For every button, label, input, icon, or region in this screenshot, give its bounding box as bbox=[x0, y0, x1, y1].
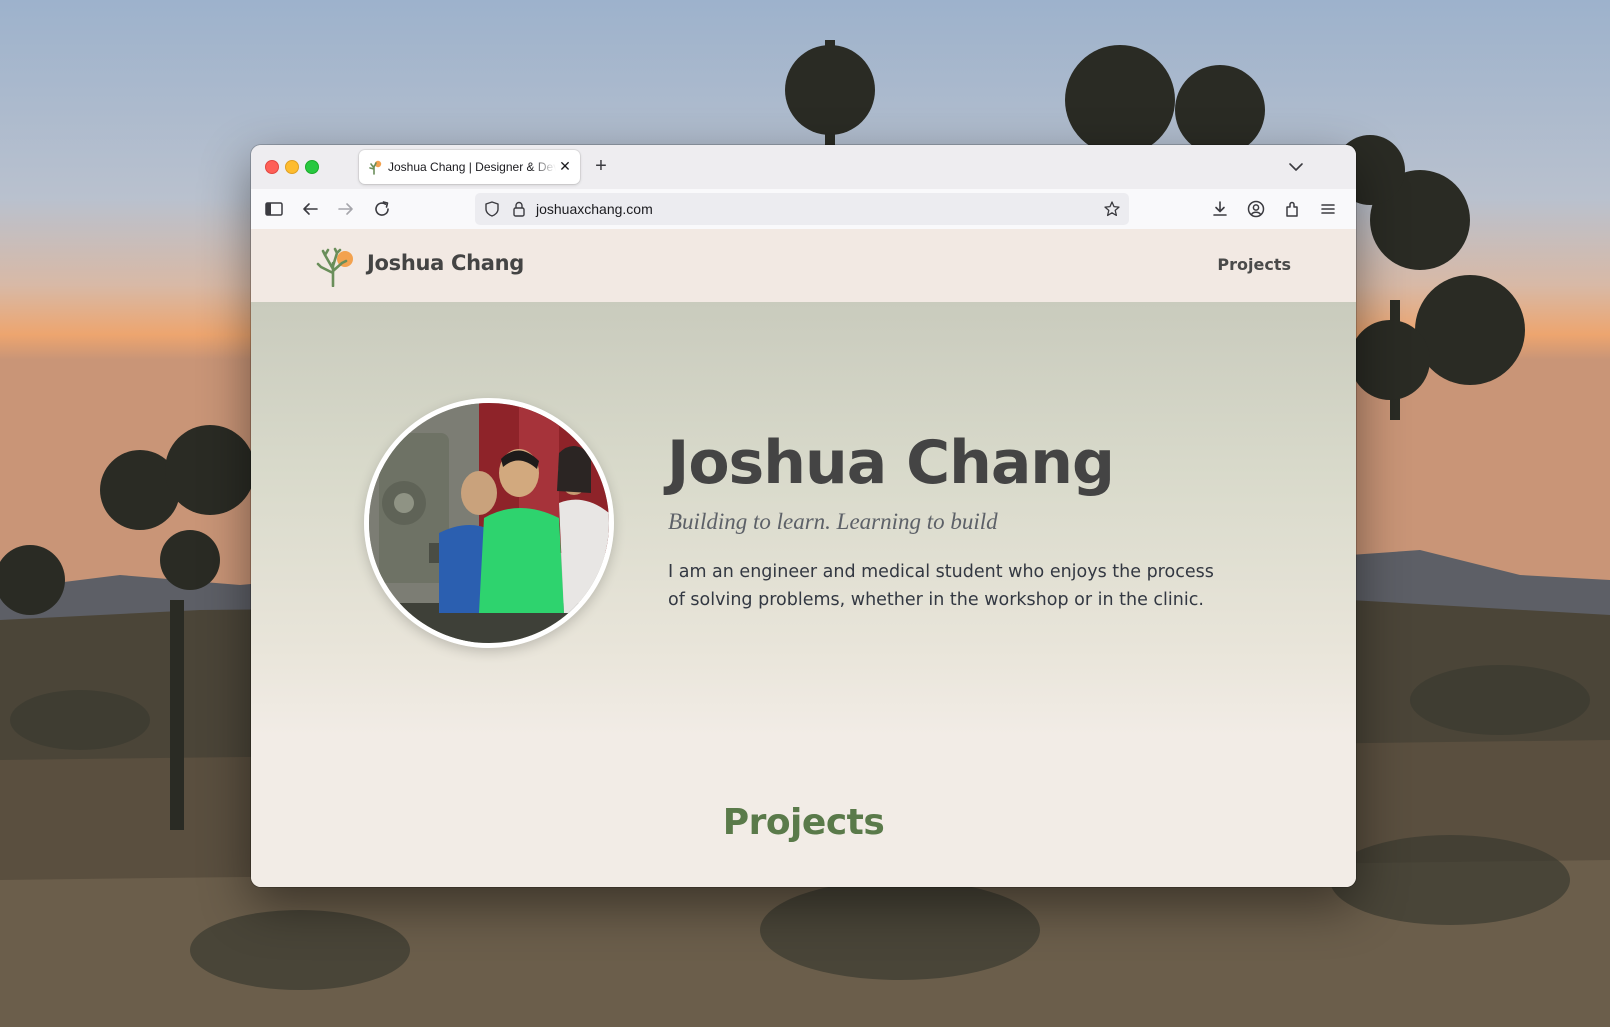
sidebar-icon[interactable] bbox=[263, 198, 285, 220]
nav-link-projects[interactable]: Projects bbox=[1217, 255, 1291, 274]
download-icon[interactable] bbox=[1209, 198, 1231, 220]
menu-icon[interactable] bbox=[1317, 198, 1339, 220]
hero-name-heading: Joshua Chang bbox=[667, 428, 1115, 498]
tab-active[interactable]: Joshua Chang | Designer & Developer ✕ bbox=[359, 150, 580, 184]
zoom-window-button[interactable] bbox=[305, 160, 319, 174]
reload-icon[interactable] bbox=[371, 198, 393, 220]
back-icon[interactable] bbox=[299, 198, 321, 220]
tab-list-chevron-icon[interactable] bbox=[1286, 157, 1306, 177]
tab-bar: Joshua Chang | Designer & Developer ✕ + bbox=[251, 145, 1356, 190]
hero-tagline: Building to learn. Learning to build bbox=[668, 509, 998, 534]
web-page: Joshua Chang Projects Joshua Chang Build… bbox=[251, 229, 1356, 887]
site-header: Joshua Chang Projects bbox=[251, 229, 1356, 302]
workshop-photo-image bbox=[369, 403, 609, 643]
browser-window: Joshua Chang | Designer & Developer ✕ + bbox=[251, 145, 1356, 887]
shield-icon[interactable] bbox=[483, 200, 501, 218]
tab-title: Joshua Chang | Designer & Developer bbox=[388, 160, 556, 174]
close-tab-icon[interactable]: ✕ bbox=[558, 159, 572, 173]
new-tab-button[interactable]: + bbox=[589, 154, 613, 178]
url-text[interactable]: joshuaxchang.com bbox=[536, 201, 653, 217]
joshua-tree-favicon-icon bbox=[369, 160, 382, 175]
close-window-button[interactable] bbox=[265, 160, 279, 174]
nav-toolbar: joshuaxchang.com bbox=[251, 189, 1356, 230]
address-bar[interactable]: joshuaxchang.com bbox=[475, 193, 1129, 225]
bookmark-star-icon[interactable] bbox=[1103, 200, 1121, 218]
hero-bio: I am an engineer and medical student who… bbox=[668, 562, 1214, 610]
account-icon[interactable] bbox=[1245, 198, 1267, 220]
hero-section: Joshua Chang Building to learn. Learning… bbox=[251, 302, 1356, 737]
profile-photo bbox=[364, 398, 614, 648]
projects-section-heading: Projects bbox=[722, 802, 885, 843]
minimize-window-button[interactable] bbox=[285, 160, 299, 174]
extensions-icon[interactable] bbox=[1281, 198, 1303, 220]
lock-icon[interactable] bbox=[511, 200, 527, 218]
forward-icon[interactable] bbox=[335, 198, 357, 220]
joshua-tree-logo-icon[interactable] bbox=[316, 247, 354, 287]
site-brand[interactable]: Joshua Chang bbox=[367, 251, 524, 275]
